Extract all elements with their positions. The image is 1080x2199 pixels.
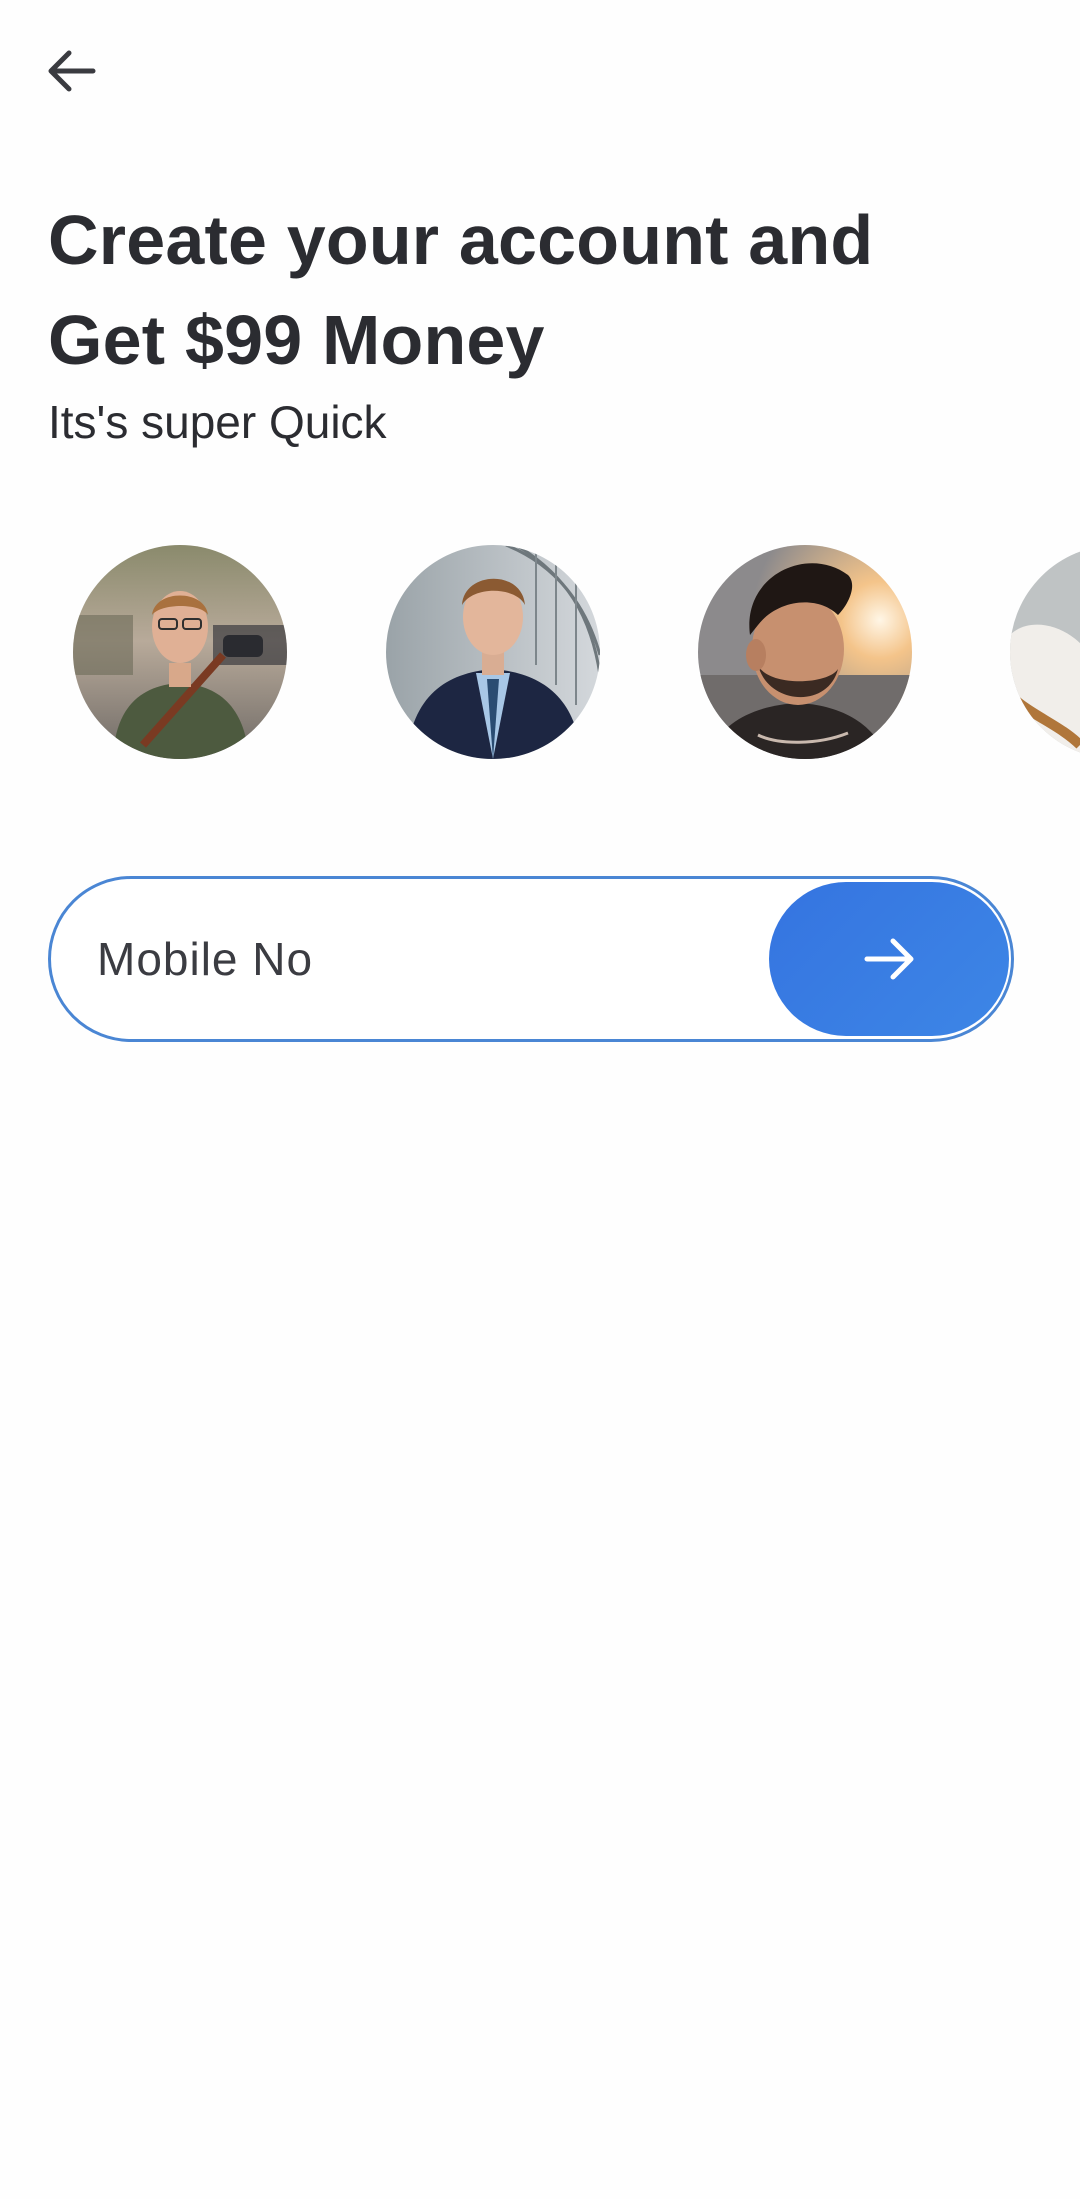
arrow-left-icon bbox=[48, 50, 96, 92]
avatar[interactable] bbox=[386, 545, 600, 759]
avatar-photo-1 bbox=[73, 545, 287, 759]
avatar-photo-4 bbox=[1010, 545, 1080, 759]
avatar[interactable] bbox=[1010, 545, 1080, 759]
page-title: Create your account and Get $99 Money bbox=[48, 190, 1008, 390]
title-line-1: Create your account and bbox=[48, 201, 874, 279]
title-line-2: Get $99 Money bbox=[48, 301, 545, 379]
arrow-right-icon bbox=[864, 938, 914, 980]
avatar-photo-3 bbox=[698, 545, 912, 759]
avatar[interactable] bbox=[698, 545, 912, 759]
mobile-number-input[interactable] bbox=[97, 879, 777, 1039]
page-subtitle: Its's super Quick bbox=[48, 396, 387, 448]
submit-button[interactable] bbox=[769, 882, 1009, 1036]
back-button[interactable] bbox=[38, 38, 104, 104]
mobile-number-form bbox=[48, 876, 1014, 1042]
avatar-photo-2 bbox=[386, 545, 600, 759]
avatar-carousel[interactable] bbox=[0, 545, 1080, 761]
avatar[interactable] bbox=[73, 545, 287, 759]
